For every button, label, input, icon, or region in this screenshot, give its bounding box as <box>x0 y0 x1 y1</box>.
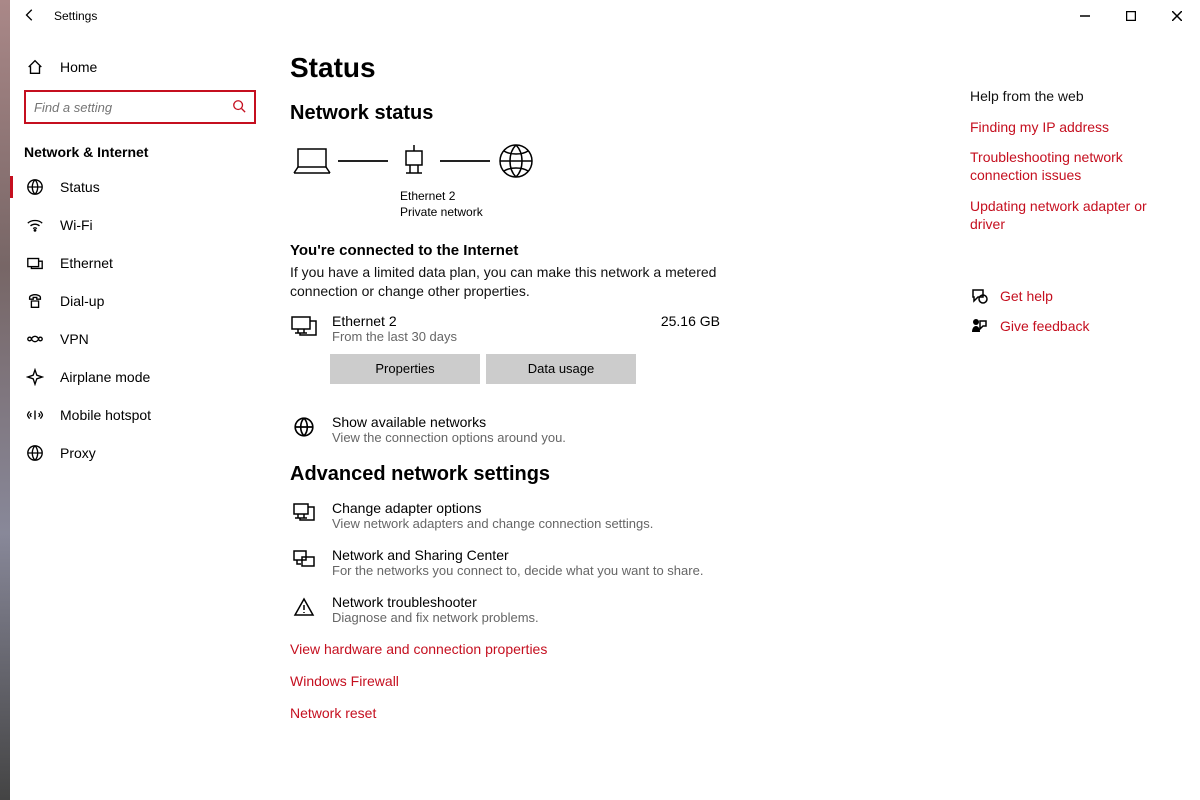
monitor-icon <box>290 313 318 344</box>
page-title: Status <box>290 52 940 84</box>
sidebar-item-label: Proxy <box>60 445 96 461</box>
close-button[interactable] <box>1154 0 1200 32</box>
sidebar-item-wifi[interactable]: Wi-Fi <box>10 206 270 244</box>
network-status-heading: Network status <box>290 102 940 125</box>
feedback-icon <box>970 317 988 335</box>
wifi-icon <box>24 216 46 234</box>
link-hardware-properties[interactable]: View hardware and connection properties <box>290 641 940 657</box>
vpn-icon <box>24 330 46 348</box>
sharing-center-row[interactable]: Network and Sharing Center For the netwo… <box>290 547 720 578</box>
help-heading: Help from the web <box>970 88 1180 104</box>
sidebar-home[interactable]: Home <box>10 48 270 86</box>
warning-icon <box>290 594 318 625</box>
option-sub: View the connection options around you. <box>332 430 566 445</box>
sidebar-item-label: Mobile hotspot <box>60 407 151 423</box>
sidebar: Home Network & Internet Status Wi-Fi Eth… <box>10 40 270 800</box>
sidebar-item-airplane[interactable]: Airplane mode <box>10 358 270 396</box>
help-link-ip[interactable]: Finding my IP address <box>970 118 1180 136</box>
give-feedback-label: Give feedback <box>1000 318 1090 334</box>
search-input[interactable] <box>34 100 232 115</box>
search-icon <box>232 99 246 116</box>
connection-name: Ethernet 2 <box>332 313 647 329</box>
globe-large-icon <box>494 139 538 183</box>
help-pane: Help from the web Finding my IP address … <box>970 88 1180 335</box>
sidebar-item-label: Airplane mode <box>60 369 150 385</box>
desktop-edge <box>0 0 10 800</box>
proxy-icon <box>24 444 46 462</box>
maximize-button[interactable] <box>1108 0 1154 32</box>
help-link-driver[interactable]: Updating network adapter or driver <box>970 197 1180 233</box>
option-name: Network and Sharing Center <box>332 547 703 563</box>
minimize-button[interactable] <box>1062 0 1108 32</box>
link-network-reset[interactable]: Network reset <box>290 705 940 721</box>
sidebar-item-label: Wi-Fi <box>60 217 93 233</box>
home-icon <box>24 58 46 76</box>
connected-desc: If you have a limited data plan, you can… <box>290 263 720 301</box>
sharing-icon <box>290 547 318 578</box>
properties-button[interactable]: Properties <box>330 354 480 384</box>
sidebar-item-ethernet[interactable]: Ethernet <box>10 244 270 282</box>
search-box[interactable] <box>24 90 256 124</box>
window-title: Settings <box>50 9 97 23</box>
back-button[interactable] <box>10 8 50 25</box>
option-sub: Diagnose and fix network problems. <box>332 610 539 625</box>
sidebar-home-label: Home <box>60 59 97 75</box>
diagram-caption: Ethernet 2 Private network <box>400 189 940 220</box>
sidebar-item-dialup[interactable]: Dial-up <box>10 282 270 320</box>
help-link-troubleshoot[interactable]: Troubleshooting network connection issue… <box>970 148 1180 184</box>
dialup-icon <box>24 292 46 310</box>
network-diagram <box>290 139 940 183</box>
diagram-network-type: Private network <box>400 205 940 221</box>
connected-heading: You're connected to the Internet <box>290 242 940 259</box>
help-icon <box>970 287 988 305</box>
sidebar-item-label: Status <box>60 179 100 195</box>
troubleshooter-row[interactable]: Network troubleshooter Diagnose and fix … <box>290 594 720 625</box>
sidebar-item-vpn[interactable]: VPN <box>10 320 270 358</box>
diagram-line <box>338 160 388 162</box>
adapter-icon <box>290 500 318 531</box>
diagram-line <box>440 160 490 162</box>
change-adapter-row[interactable]: Change adapter options View network adap… <box>290 500 720 531</box>
globe-icon <box>290 414 318 445</box>
option-name: Change adapter options <box>332 500 653 516</box>
option-name: Network troubleshooter <box>332 594 539 610</box>
link-list: View hardware and connection properties … <box>290 641 940 721</box>
sidebar-item-proxy[interactable]: Proxy <box>10 434 270 472</box>
hotspot-icon <box>24 406 46 424</box>
globe-icon <box>24 178 46 196</box>
sidebar-item-status[interactable]: Status <box>10 168 270 206</box>
show-networks-row[interactable]: Show available networks View the connect… <box>290 414 720 445</box>
sidebar-section-header: Network & Internet <box>10 136 270 168</box>
sidebar-item-label: Ethernet <box>60 255 113 271</box>
airplane-icon <box>24 368 46 386</box>
give-feedback-button[interactable]: Give feedback <box>970 317 1180 335</box>
sidebar-item-hotspot[interactable]: Mobile hotspot <box>10 396 270 434</box>
get-help-label: Get help <box>1000 288 1053 304</box>
option-name: Show available networks <box>332 414 566 430</box>
option-sub: View network adapters and change connect… <box>332 516 653 531</box>
link-windows-firewall[interactable]: Windows Firewall <box>290 673 940 689</box>
get-help-button[interactable]: Get help <box>970 287 1180 305</box>
sidebar-item-label: Dial-up <box>60 293 104 309</box>
laptop-icon <box>290 139 334 183</box>
connection-sub: From the last 30 days <box>332 329 647 344</box>
option-sub: For the networks you connect to, decide … <box>332 563 703 578</box>
router-icon <box>392 139 436 183</box>
data-usage-button[interactable]: Data usage <box>486 354 636 384</box>
diagram-network-name: Ethernet 2 <box>400 189 940 205</box>
ethernet-icon <box>24 254 46 272</box>
advanced-heading: Advanced network settings <box>290 463 940 486</box>
sidebar-item-label: VPN <box>60 331 89 347</box>
titlebar: Settings <box>10 0 1200 32</box>
connection-usage: 25.16 GB <box>661 313 720 329</box>
main-content: Status Network status Ethernet 2 Private… <box>290 40 940 800</box>
connection-row: Ethernet 2 From the last 30 days 25.16 G… <box>290 313 720 344</box>
